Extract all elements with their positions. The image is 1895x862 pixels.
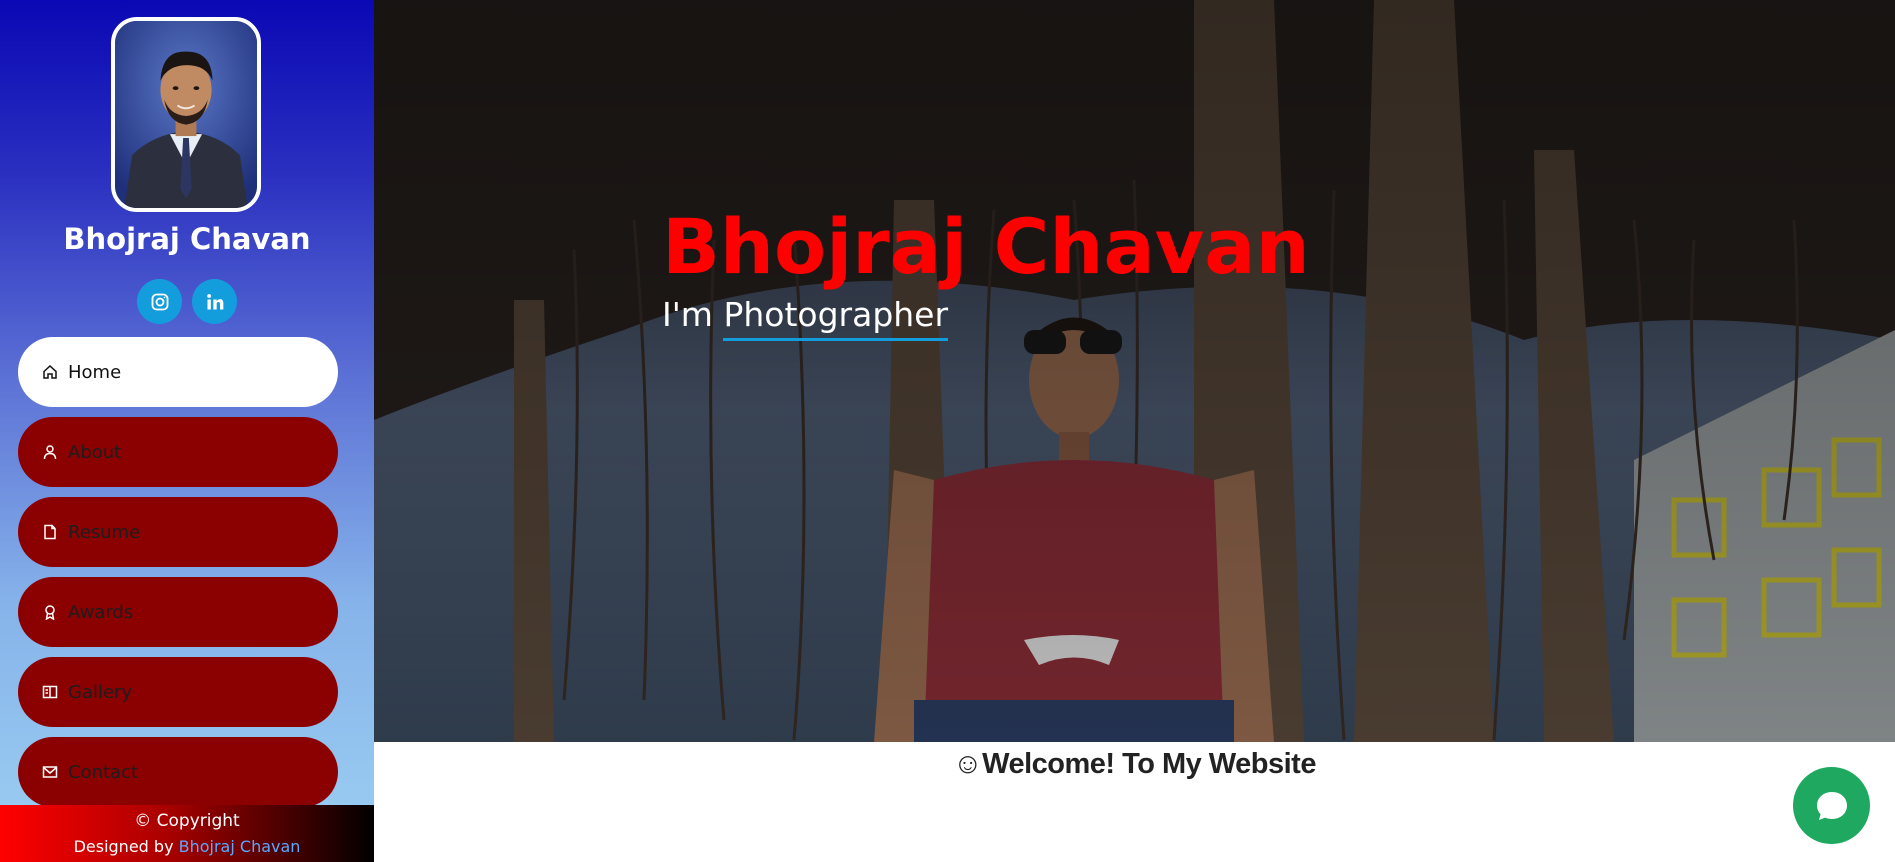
avatar (111, 17, 261, 212)
designed-by: Designed by Bhojraj Chavan (0, 834, 374, 860)
home-icon (42, 364, 58, 380)
file-icon (42, 524, 58, 540)
nav-item-contact[interactable]: Contact (18, 737, 338, 807)
designed-by-label: Designed by (73, 837, 174, 856)
sidebar-footer: © Copyright Designed by Bhojraj Chavan (0, 805, 374, 862)
copyright-text: © Copyright (134, 811, 240, 831)
nav-item-label: Resume (68, 521, 141, 543)
nav-item-resume[interactable]: Resume (18, 497, 338, 567)
hero-section: Bhojraj Chavan I'm Photographer (374, 0, 1895, 742)
nav-item-label: About (68, 441, 122, 463)
linkedin-icon (205, 292, 225, 312)
side-nav: Home About Resume Awards Gallery Contact (18, 337, 338, 817)
nav-item-label: Home (68, 361, 122, 383)
person-icon (42, 444, 58, 460)
linkedin-link[interactable] (192, 279, 237, 324)
hero-subtitle: I'm Photographer (662, 295, 949, 341)
profile-name: Bhojraj Chavan (63, 222, 311, 256)
hero-typed-role: Photographer (723, 295, 949, 341)
welcome-heading: ☺Welcome! To My Website (953, 748, 1316, 780)
instagram-link[interactable] (137, 279, 182, 324)
hero-title: Bhojraj Chavan (662, 202, 1310, 291)
designer-link[interactable]: Bhojraj Chavan (179, 837, 301, 856)
nav-item-gallery[interactable]: Gallery (18, 657, 338, 727)
nav-item-awards[interactable]: Awards (18, 577, 338, 647)
nav-item-home[interactable]: Home (18, 337, 338, 407)
nav-item-label: Awards (68, 601, 134, 623)
award-icon (42, 604, 58, 620)
chat-bubble-icon (1812, 786, 1852, 826)
nav-item-label: Gallery (68, 681, 133, 703)
sidebar: Bhojraj Chavan Home About Resume Awards … (0, 0, 374, 862)
hero-background-photo (374, 0, 1895, 742)
hero-subtitle-prefix: I'm (662, 295, 724, 334)
nav-item-label: Contact (68, 761, 139, 783)
instagram-icon (150, 292, 170, 312)
envelope-icon (42, 764, 58, 780)
social-links (0, 279, 374, 324)
chat-button[interactable] (1793, 767, 1870, 844)
book-icon (42, 684, 58, 700)
nav-item-about[interactable]: About (18, 417, 338, 487)
